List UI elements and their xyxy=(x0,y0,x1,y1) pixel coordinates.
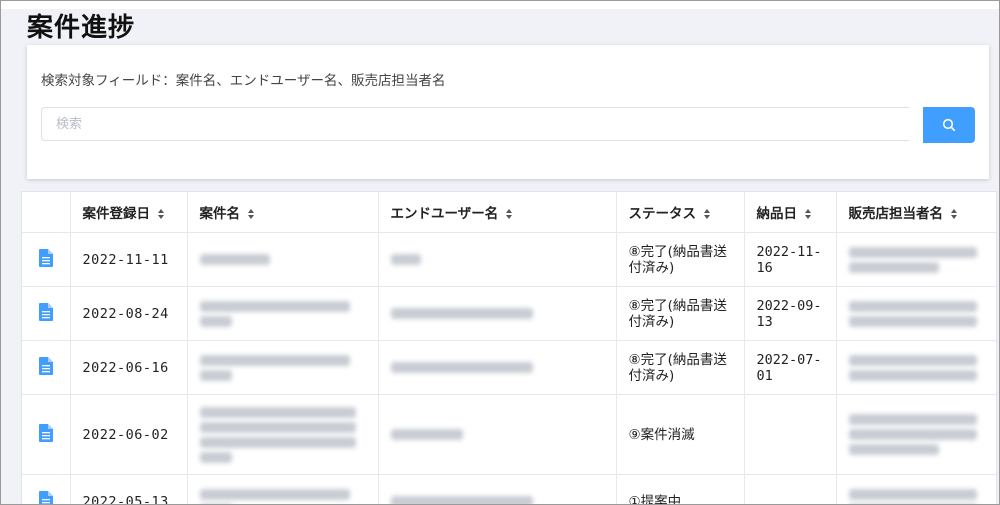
column-header-icon xyxy=(22,192,71,233)
registered-date: 2022-06-16 xyxy=(70,340,188,395)
registered-date: 2022-11-11 xyxy=(70,232,188,287)
column-header-registered[interactable]: 案件登録日 xyxy=(70,192,188,233)
column-header-name[interactable]: 案件名 xyxy=(187,192,379,233)
sort-icon[interactable] xyxy=(703,208,711,220)
document-icon[interactable] xyxy=(38,302,53,321)
table-row[interactable]: 2022-06-02 ⑨案件消滅 xyxy=(22,394,996,475)
sales-rep-name xyxy=(836,286,996,341)
table-row[interactable]: 2022-05-13 ①提案中 xyxy=(22,474,996,505)
search-input[interactable] xyxy=(41,107,909,141)
column-header-label: 販売店担当者名 xyxy=(848,206,944,222)
column-header-label: 納品日 xyxy=(756,206,798,222)
column-header-label: 案件名 xyxy=(199,206,241,222)
detail-link[interactable] xyxy=(22,232,71,287)
sort-icon[interactable] xyxy=(505,208,513,220)
end-user-name xyxy=(378,394,617,475)
detail-link[interactable] xyxy=(22,340,71,395)
project-name xyxy=(187,232,379,287)
status: ⑨案件消滅 xyxy=(616,394,745,475)
search-card: 検索対象フィールド：案件名、エンドユーザー名、販売店担当者名 xyxy=(27,45,989,179)
project-name xyxy=(187,394,379,475)
detail-link[interactable] xyxy=(22,474,71,505)
project-table-grid: 案件登録日 案件名 エンドユーザー名 ステータス 納品日 販売店担当者名 202… xyxy=(22,192,996,505)
column-header-sales-rep[interactable]: 販売店担当者名 xyxy=(836,192,996,233)
end-user-name xyxy=(378,474,617,504)
status: ⑧完了(納品書送付済み) xyxy=(616,286,745,341)
status: ⑧完了(納品書送付済み) xyxy=(616,340,745,395)
registered-date: 2022-08-24 xyxy=(70,286,188,341)
column-header-label: ステータス xyxy=(628,206,697,222)
table-row[interactable]: 2022-06-16 ⑧完了(納品書送付済み) 2022-07-01 xyxy=(22,340,996,395)
status: ⑧完了(納品書送付済み) xyxy=(616,232,745,287)
delivery-date: 2022-07-01 xyxy=(744,340,837,395)
column-header-label: エンドユーザー名 xyxy=(390,206,499,222)
search-icon xyxy=(942,118,956,132)
delivery-date: 2022-09-13 xyxy=(744,286,837,341)
table-header-row: 案件登録日 案件名 エンドユーザー名 ステータス 納品日 販売店担当者名 xyxy=(22,192,996,233)
sales-rep-name xyxy=(836,232,996,287)
column-header-delivery[interactable]: 納品日 xyxy=(744,192,837,233)
sort-icon[interactable] xyxy=(247,208,255,220)
delivery-date xyxy=(744,474,837,504)
delivery-date xyxy=(744,394,837,475)
table-row[interactable]: 2022-11-11 ⑧完了(納品書送付済み) 2022-11-16 xyxy=(22,232,996,287)
column-header-status[interactable]: ステータス xyxy=(616,192,745,233)
column-header-end-user[interactable]: エンドユーザー名 xyxy=(378,192,617,233)
search-button[interactable] xyxy=(923,107,975,143)
sales-rep-name xyxy=(836,474,996,504)
delivery-date: 2022-11-16 xyxy=(744,232,837,287)
end-user-name xyxy=(378,340,617,395)
page-title: 案件進捗 xyxy=(27,13,136,43)
sort-icon[interactable] xyxy=(950,208,958,220)
sales-rep-name xyxy=(836,394,996,475)
top-bar xyxy=(1,1,999,9)
end-user-name xyxy=(378,286,617,341)
app-window: 案件進捗 検索対象フィールド：案件名、エンドユーザー名、販売店担当者名 検索 案… xyxy=(0,0,1000,505)
end-user-name xyxy=(378,232,617,287)
project-name xyxy=(187,286,379,341)
column-header-label: 案件登録日 xyxy=(82,206,151,222)
sales-rep-name xyxy=(836,340,996,395)
detail-link[interactable] xyxy=(22,286,71,341)
table-row[interactable]: 2022-08-24 ⑧完了(納品書送付済み) 2022-09-13 xyxy=(22,286,996,341)
status: ①提案中 xyxy=(616,474,745,504)
registered-date: 2022-06-02 xyxy=(70,394,188,475)
project-name xyxy=(187,340,379,395)
document-icon[interactable] xyxy=(38,356,53,375)
document-icon[interactable] xyxy=(38,490,53,505)
search-hint: 検索対象フィールド：案件名、エンドユーザー名、販売店担当者名 xyxy=(41,73,446,89)
registered-date: 2022-05-13 xyxy=(70,474,188,504)
detail-link[interactable] xyxy=(22,394,71,475)
sort-icon[interactable] xyxy=(804,208,812,220)
project-name xyxy=(187,474,379,504)
sort-icon[interactable] xyxy=(157,208,165,220)
project-table: 案件登録日 案件名 エンドユーザー名 ステータス 納品日 販売店担当者名 202… xyxy=(21,191,997,505)
document-icon[interactable] xyxy=(38,423,53,442)
document-icon[interactable] xyxy=(38,248,53,267)
